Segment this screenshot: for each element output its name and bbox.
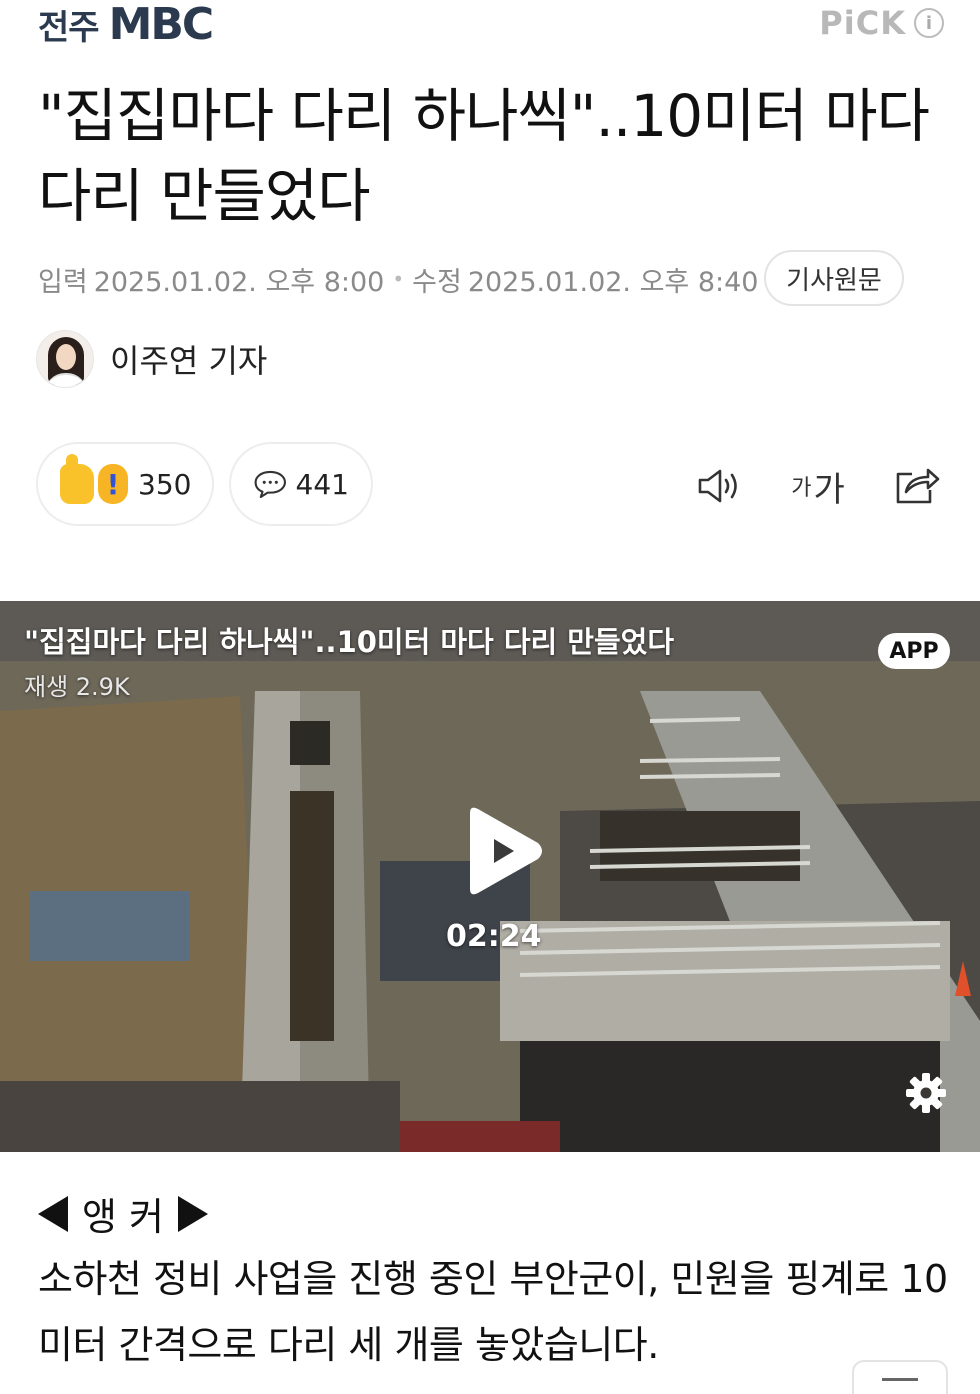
reporter-avatar[interactable] (36, 330, 94, 388)
original-article-button[interactable]: 기사원문 (764, 250, 904, 306)
article-meta: 입력 2025.01.02. 오후 8:00 • 수정 2025.01.02. … (38, 254, 758, 304)
play-icon[interactable] (450, 801, 550, 901)
comment-button[interactable]: 441 (229, 442, 373, 526)
article-title: "집집마다 다리 하나씩"..10미터 마다 다리 만들었다 (38, 82, 930, 230)
article-tools: 가가 (648, 462, 942, 510)
modified-date: 2025.01.02. 오후 8:40 (467, 266, 759, 298)
comment-count: 441 (295, 467, 349, 501)
video-player[interactable]: "집집마다 다리 하나씩"..10미터 마다 다리 만들었다 재생 2.9K A… (0, 601, 980, 1152)
meta-separator: • (392, 267, 405, 291)
reaction-count: 350 (138, 467, 192, 501)
scroll-to-top-button[interactable] (852, 1360, 948, 1394)
published-label: 입력 (38, 266, 88, 298)
article-paragraph: 소하천 정비 사업을 진행 중인 부안군이, 민원을 핑계로 10미터 간격으로… (38, 1257, 948, 1367)
press-region: 전주 (38, 7, 100, 48)
reporter-name[interactable]: 이주연 기자 (110, 336, 267, 382)
anchor-heading: 앵 커 (38, 1186, 208, 1241)
top-bar: 전주 MBC PiCK i (0, 0, 980, 52)
video-duration: 02:24 (446, 919, 542, 954)
reaction-bar: ! 350 441 (36, 442, 373, 526)
triangle-right-icon (178, 1195, 208, 1232)
video-title: "집집마다 다리 하나씩"..10미터 마다 다리 만들었다 (24, 625, 675, 659)
modified-label: 수정 (412, 266, 462, 298)
scroll-top-icon (882, 1378, 918, 1381)
press-brand: MBC (108, 0, 215, 50)
font-size-button[interactable]: 가가 (791, 462, 845, 510)
font-large-label: 가 (813, 469, 845, 510)
comment-bubble-icon (254, 470, 286, 498)
share-icon[interactable] (890, 462, 942, 510)
info-icon[interactable]: i (914, 8, 944, 38)
reporter[interactable]: 이주연 기자 (36, 330, 267, 388)
triangle-left-icon (38, 1195, 68, 1232)
font-small-label: 가 (791, 476, 812, 501)
app-badge[interactable]: APP (878, 633, 950, 669)
pick-label: PiCK (819, 4, 906, 42)
reaction-emoji-icon: ! (60, 454, 128, 504)
settings-gear-icon[interactable] (904, 1071, 948, 1115)
press-logo[interactable]: 전주 MBC (38, 0, 214, 50)
video-views: 재생 2.9K (24, 673, 130, 701)
reaction-button[interactable]: ! 350 (36, 442, 214, 526)
speaker-icon[interactable] (694, 462, 746, 510)
published-date: 2025.01.02. 오후 8:00 (93, 266, 385, 298)
pick-badge[interactable]: PiCK i (819, 4, 944, 42)
anchor-label: 앵 커 (82, 1195, 164, 1239)
